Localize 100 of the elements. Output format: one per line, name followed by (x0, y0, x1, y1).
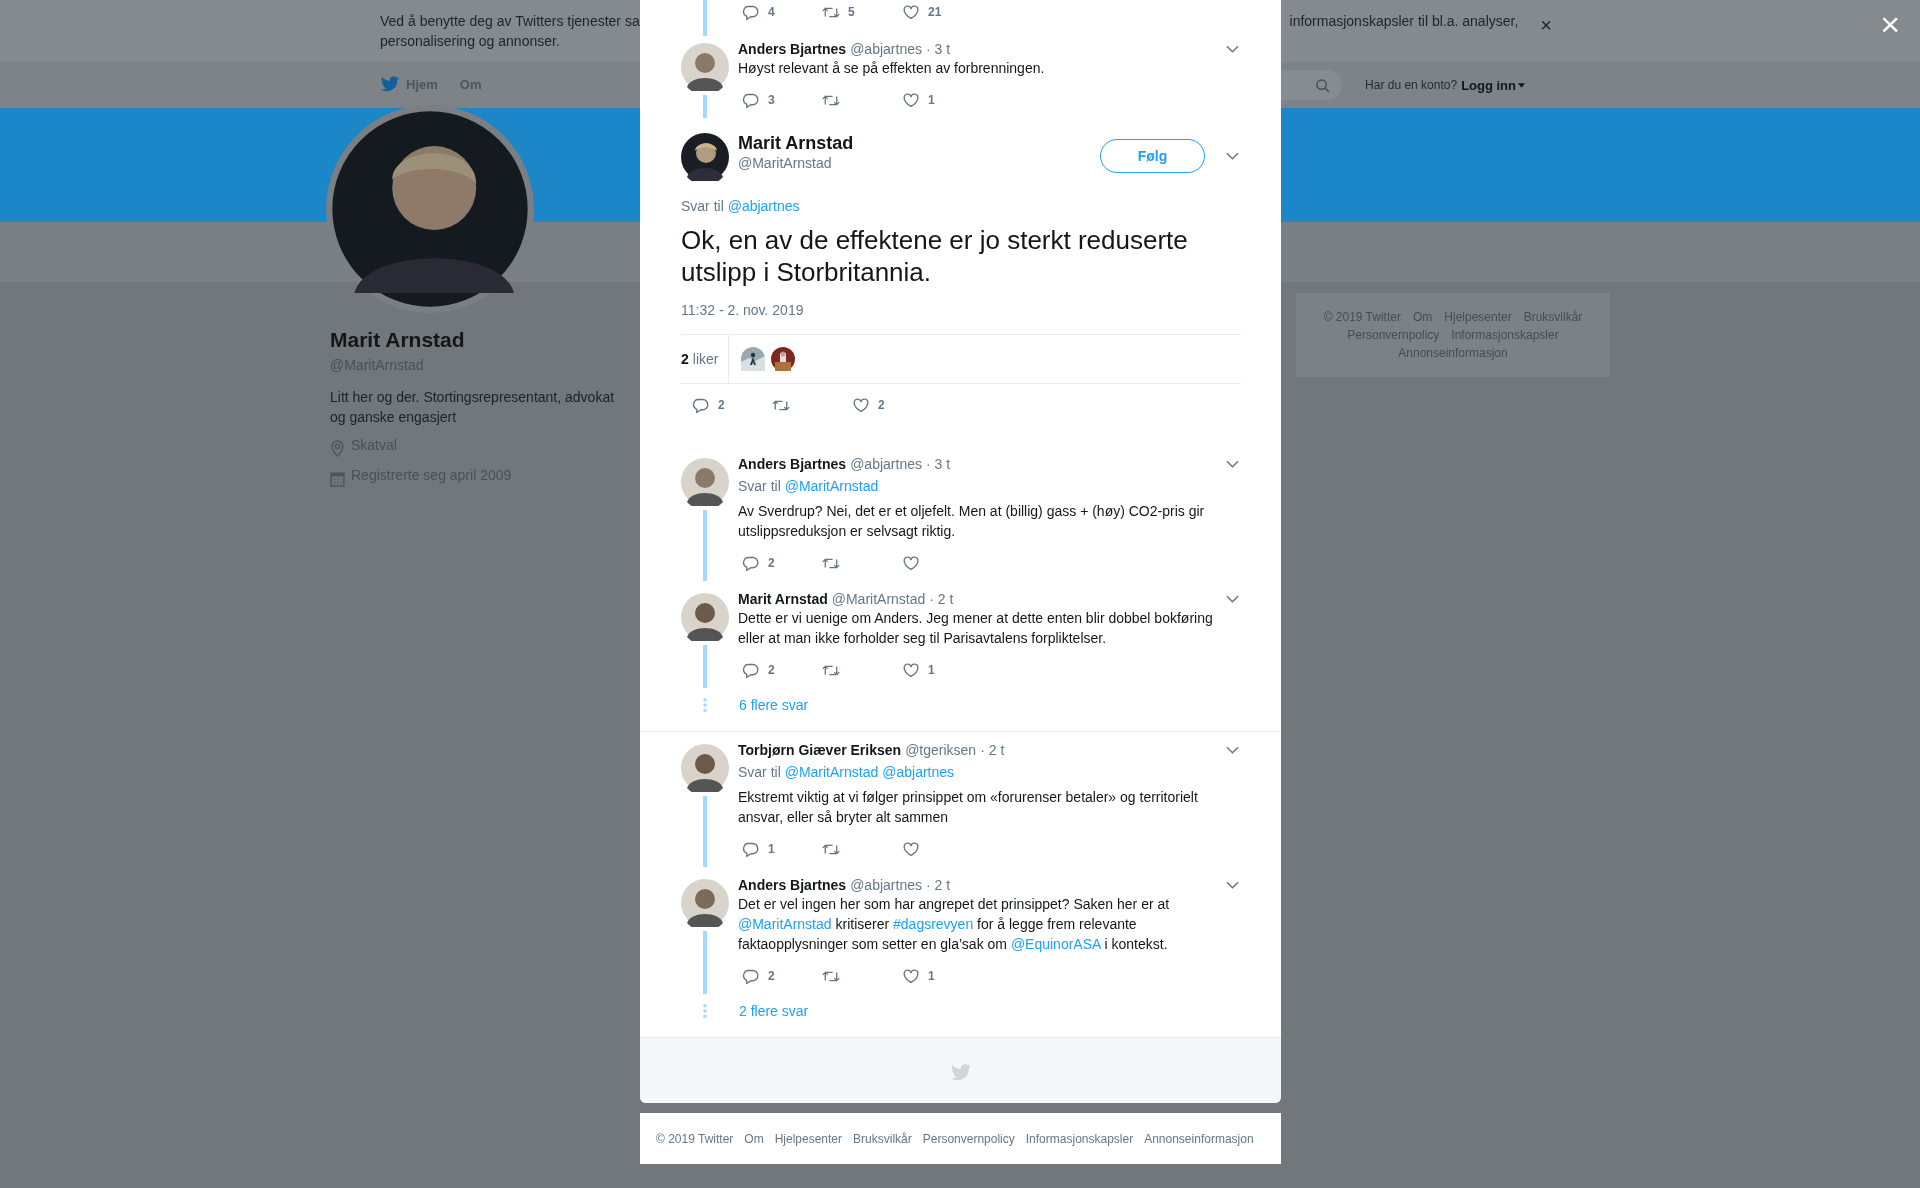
reply-count: 1 (768, 842, 775, 856)
reply-count: 2 (768, 663, 775, 677)
tweet-text: Høyst relevant å se på effekten av forbrenningen. (738, 59, 1046, 78)
reply-count: 2 (768, 556, 775, 570)
avatar (681, 458, 729, 506)
heart-icon[interactable] (902, 840, 920, 858)
heart-icon[interactable] (902, 661, 920, 679)
like-count: 21 (928, 5, 942, 19)
profile-bio: Litt her og der. Stortingsrepresentant, advokat og ganske engasjert (330, 388, 616, 427)
footer-link[interactable]: © 2019 Twitter (656, 1131, 734, 1146)
tweet-text: Av Sverdrup? Nei, det er et oljefelt. Men at (billig) gass + (høy) CO2-pris gir utslippsreduksjon er selvsagt riktig. (738, 502, 1206, 541)
caret-icon[interactable] (1226, 746, 1239, 754)
cookie-notice-text: Ved å benytte deg av Twitters tjenester sa (380, 12, 640, 31)
reply-icon[interactable] (742, 554, 760, 572)
like-count: 2 (878, 398, 885, 412)
footer-link[interactable]: Annonseinformasjon (1144, 1131, 1254, 1146)
mention-link[interactable]: @abjartnes (882, 764, 955, 780)
more-replies-link[interactable]: 2 flere svar (739, 1002, 809, 1020)
caret-icon[interactable] (1226, 460, 1239, 468)
tweet-time[interactable]: · 3 t (925, 455, 951, 473)
author-name[interactable]: Anders Bjartnes (738, 40, 847, 58)
calendar-icon (330, 470, 345, 487)
retweet-count: 5 (848, 5, 855, 19)
author-handle[interactable]: @tgeriksen (905, 741, 977, 759)
footer-link[interactable]: Hjelpesenter (774, 1131, 843, 1146)
footer-link[interactable]: Om (744, 1131, 764, 1146)
mention-link[interactable]: @EquinorASA (1010, 936, 1101, 952)
avatar (681, 744, 729, 792)
close-button[interactable]: × (1880, 8, 1900, 40)
heart-icon[interactable] (902, 554, 920, 572)
tweet-time[interactable]: · 2 t (929, 590, 954, 608)
follow-button[interactable]: Følg (1100, 139, 1205, 173)
reply-context: Svar til @MaritArnstad @abjartnes (738, 763, 956, 781)
caret-icon[interactable] (1226, 881, 1239, 889)
tweet-timestamp[interactable]: 11:32 - 2. nov. 2019 (681, 301, 1241, 319)
author-handle[interactable]: @abjartnes (850, 876, 922, 894)
author-handle[interactable]: @MaritArnstad (831, 590, 926, 608)
reply-context: Svar til @MaritArnstad (738, 477, 880, 495)
author-name[interactable]: Marit Arnstad (738, 590, 828, 608)
caret-icon[interactable] (1226, 45, 1239, 53)
like-count: 1 (928, 93, 935, 107)
more-dots-icon (702, 1003, 708, 1019)
close-button[interactable]: × (1540, 17, 1552, 33)
like-count: 1 (928, 663, 935, 677)
cookie-notice-text: personalisering og annonser. (380, 32, 561, 51)
login-link[interactable]: Logg inn (1461, 77, 1525, 93)
author-name[interactable]: Marit Arnstad (738, 132, 854, 154)
heart-icon[interactable] (902, 91, 920, 109)
bird-icon (949, 1064, 972, 1082)
tweet-text: Det er vel ingen her som har angrepet det prinsippet? Saken her er at @MaritArnstad kritiserer #dagsrevyen for å legge frem relevante faktaopplysninger som setter en gla’sak om @EquinorASA i kontekst. (738, 895, 1171, 954)
reply-count: 3 (768, 93, 775, 107)
tweet-text: Ok, en av de effektene er jo sterkt reduserte utslipp i Storbritannia. (681, 224, 1189, 288)
reply-count: 4 (768, 5, 775, 19)
reply-context: Svar til @abjartnes (681, 197, 801, 215)
heart-icon[interactable] (902, 3, 920, 21)
author-name[interactable]: Anders Bjartnes (738, 876, 847, 894)
heart-icon[interactable] (902, 967, 920, 985)
footer-link[interactable]: Personvernpolicy (922, 1131, 1015, 1146)
author-name[interactable]: Torbjørn Giæver Eriksen (738, 741, 902, 759)
avatar (681, 133, 729, 181)
avatar (681, 879, 729, 927)
reply-icon[interactable] (742, 3, 760, 21)
caret-icon[interactable] (1226, 595, 1239, 603)
avatar (681, 43, 729, 91)
reply-count: 2 (718, 398, 725, 412)
tweet-text: Dette er vi uenige om Anders. Jeg mener at dette enten blir dobbel bokføring eller at man ikke forholder seg til Parisavtalens forpliktelser. (738, 609, 1214, 648)
tweet-time[interactable]: · 2 t (925, 876, 951, 894)
login-prompt: Har du en konto? (1365, 78, 1458, 92)
reply-icon[interactable] (742, 91, 760, 109)
mention-link[interactable]: @abjartnes (727, 198, 800, 214)
tweet-time[interactable]: · 3 t (925, 40, 951, 58)
more-replies-link[interactable]: 6 flere svar (739, 696, 809, 714)
more-dots-icon (702, 697, 708, 713)
author-handle[interactable]: @abjartnes (850, 40, 922, 58)
profile-name: Marit Arnstad (330, 327, 466, 353)
caret-icon (1518, 82, 1525, 88)
mention-link[interactable]: @MaritArnstad (784, 478, 879, 494)
tweet-time[interactable]: · 2 t (980, 741, 1005, 759)
author-name[interactable]: Anders Bjartnes (738, 455, 847, 473)
reply-icon[interactable] (742, 967, 760, 985)
footer-link[interactable]: Bruksvilkår (853, 1131, 912, 1146)
author-handle[interactable]: @abjartnes (850, 455, 922, 473)
likes-count[interactable]: 2 liker (681, 335, 730, 383)
like-count: 1 (928, 969, 935, 983)
mention-link[interactable]: @MaritArnstad (784, 764, 879, 780)
location-pin-icon (330, 440, 345, 457)
reply-count: 2 (768, 969, 775, 983)
mention-link[interactable]: @MaritArnstad (738, 916, 832, 932)
reply-icon[interactable] (742, 661, 760, 679)
reply-icon[interactable] (692, 396, 710, 414)
author-handle[interactable]: @MaritArnstad (738, 154, 854, 172)
cookie-notice-text: informasjonskapsler til bl.a. analyser, (1289, 12, 1519, 31)
reply-icon[interactable] (742, 840, 760, 858)
heart-icon[interactable] (852, 396, 870, 414)
caret-icon[interactable] (1226, 152, 1239, 160)
footer-link[interactable]: Informasjonskapsler (1025, 1131, 1134, 1146)
hashtag-link[interactable]: #dagsrevyen (893, 916, 974, 932)
search-icon (1315, 77, 1331, 93)
tweet-text: Ekstremt viktig at vi følger prinsippet om «forurenser betaler» og territorielt ansvar, eller så bryter alt sammen (738, 788, 1199, 827)
bird-icon (380, 75, 400, 93)
